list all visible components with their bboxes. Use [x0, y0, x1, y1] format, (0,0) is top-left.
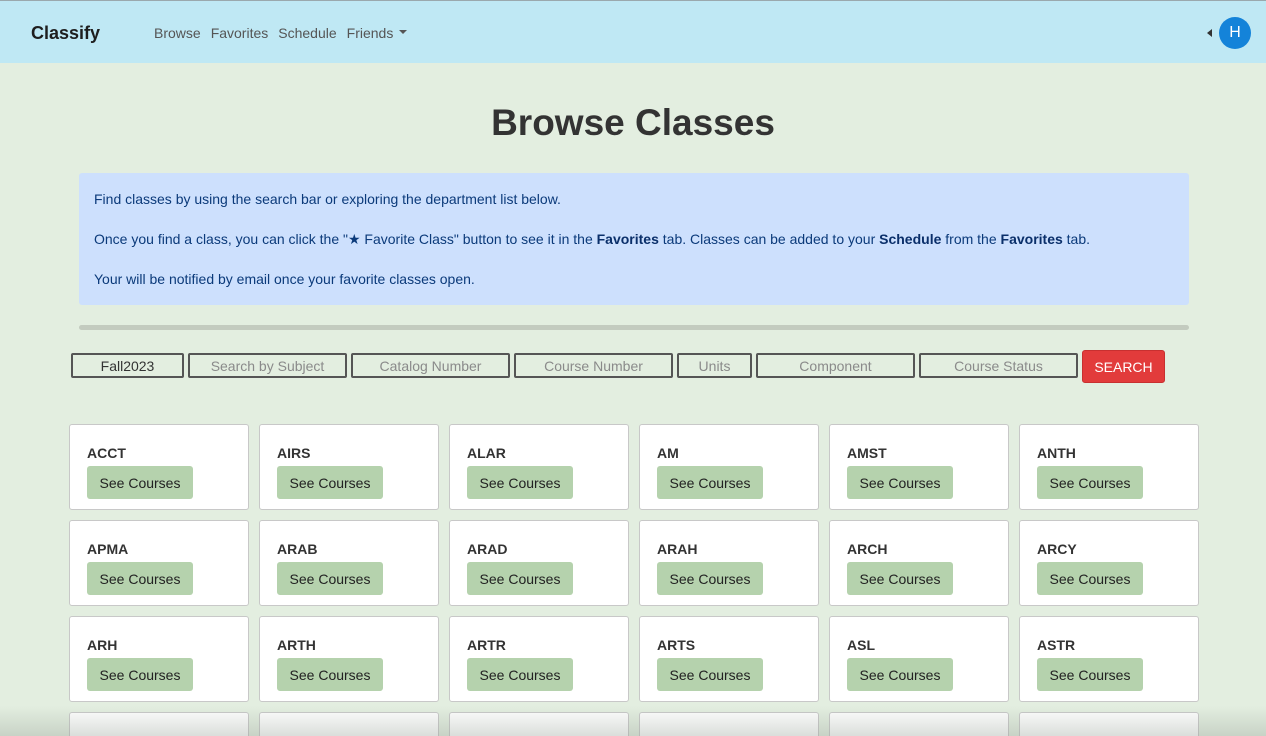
caret-left-icon[interactable]	[1207, 29, 1212, 37]
department-card: ARH See Courses	[69, 616, 249, 702]
department-code: ALAR	[467, 445, 506, 461]
info-favorites-bold: Favorites	[1000, 231, 1063, 247]
department-card: ALAR See Courses	[449, 424, 629, 510]
department-code: ASTR	[1037, 637, 1076, 653]
see-courses-button[interactable]: See Courses	[847, 658, 953, 691]
info-favorites-bold: Favorites	[596, 231, 659, 247]
department-code: ARTS	[657, 637, 696, 653]
see-courses-button[interactable]: See Courses	[87, 562, 193, 595]
brand-logo[interactable]: Classify	[31, 23, 100, 44]
department-card	[829, 712, 1009, 736]
department-card: ARAH See Courses	[639, 520, 819, 606]
department-card	[449, 712, 629, 736]
department-code: ARCY	[1037, 541, 1077, 557]
info-text: tab. Classes can be added to your	[658, 231, 880, 247]
department-code: ANTH	[1037, 445, 1076, 461]
department-code: APMA	[87, 541, 129, 557]
department-card	[639, 712, 819, 736]
department-card: ACCT See Courses	[69, 424, 249, 510]
see-courses-button[interactable]: See Courses	[87, 658, 193, 691]
info-schedule-bold: Schedule	[879, 231, 942, 247]
department-card	[259, 712, 439, 736]
info-line-1: Find classes by using the search bar or …	[94, 191, 561, 207]
see-courses-button[interactable]: See Courses	[1037, 466, 1143, 499]
see-courses-button[interactable]: See Courses	[1037, 658, 1143, 691]
department-code: ARH	[87, 637, 118, 653]
department-card: ARAD See Courses	[449, 520, 629, 606]
info-alert: Find classes by using the search bar or …	[79, 173, 1189, 305]
see-courses-button[interactable]: See Courses	[847, 562, 953, 595]
progress-bar	[79, 325, 1189, 330]
nav-friends-label: Friends	[346, 25, 394, 41]
see-courses-button[interactable]: See Courses	[277, 562, 383, 595]
department-code: ARTR	[467, 637, 506, 653]
see-courses-button[interactable]: See Courses	[657, 658, 763, 691]
nav-favorites[interactable]: Favorites	[211, 25, 269, 41]
department-code: ARTH	[277, 637, 316, 653]
avatar[interactable]: H	[1219, 17, 1251, 49]
page-title: Browse Classes	[491, 102, 775, 143]
see-courses-button[interactable]: See Courses	[467, 466, 573, 499]
department-card: APMA See Courses	[69, 520, 249, 606]
department-code: AMST	[847, 445, 887, 461]
see-courses-button[interactable]: See Courses	[1037, 562, 1143, 595]
info-text: tab.	[1062, 231, 1091, 247]
info-line-3: Your will be notified by email once your…	[94, 271, 475, 287]
department-card: AMST See Courses	[829, 424, 1009, 510]
units-input[interactable]	[677, 353, 752, 378]
see-courses-button[interactable]: See Courses	[277, 466, 383, 499]
nav-schedule[interactable]: Schedule	[278, 25, 336, 41]
department-card: ARCH See Courses	[829, 520, 1009, 606]
chevron-down-icon	[399, 30, 408, 35]
search-button[interactable]: SEARCH	[1082, 350, 1165, 383]
top-navbar: Classify Browse Favorites Schedule Frien…	[0, 0, 1266, 63]
info-line-2: Once you find a class, you can click the…	[94, 231, 1174, 248]
department-card	[69, 712, 249, 736]
subject-search-input[interactable]	[188, 353, 347, 378]
department-card	[1019, 712, 1199, 736]
department-card: ARCY See Courses	[1019, 520, 1199, 606]
catalog-number-input[interactable]	[351, 353, 510, 378]
course-number-input[interactable]	[514, 353, 673, 378]
department-card: ARAB See Courses	[259, 520, 439, 606]
nav-links: Browse Favorites Schedule Friends	[154, 25, 408, 41]
info-text: Once you find a class, you can click the…	[94, 231, 597, 247]
department-card: ARTS See Courses	[639, 616, 819, 702]
department-code: ACCT	[87, 445, 126, 461]
department-card: ASL See Courses	[829, 616, 1009, 702]
department-code: ARAB	[277, 541, 318, 557]
department-card: ARTH See Courses	[259, 616, 439, 702]
department-card: ARTR See Courses	[449, 616, 629, 702]
see-courses-button[interactable]: See Courses	[467, 562, 573, 595]
department-card: ANTH See Courses	[1019, 424, 1199, 510]
department-code: ARAH	[657, 541, 698, 557]
department-code: ARAD	[467, 541, 508, 557]
nav-friends-dropdown[interactable]: Friends	[347, 25, 408, 41]
department-card: AIRS See Courses	[259, 424, 439, 510]
see-courses-button[interactable]: See Courses	[277, 658, 383, 691]
course-status-input[interactable]	[919, 353, 1078, 378]
department-grid: ACCT See Courses AIRS See Courses ALAR See Co…	[69, 424, 1209, 736]
info-text: from the	[941, 231, 1001, 247]
see-courses-button[interactable]: See Courses	[467, 658, 573, 691]
department-code: AIRS	[277, 445, 311, 461]
department-code: ASL	[847, 637, 875, 653]
department-card: ASTR See Courses	[1019, 616, 1199, 702]
see-courses-button[interactable]: See Courses	[657, 562, 763, 595]
nav-browse[interactable]: Browse	[154, 25, 201, 41]
term-input[interactable]	[71, 353, 184, 378]
see-courses-button[interactable]: See Courses	[87, 466, 193, 499]
component-input[interactable]	[756, 353, 915, 378]
department-code: ARCH	[847, 541, 888, 557]
see-courses-button[interactable]: See Courses	[847, 466, 953, 499]
department-card: AM See Courses	[639, 424, 819, 510]
department-code: AM	[657, 445, 679, 461]
see-courses-button[interactable]: See Courses	[657, 466, 763, 499]
